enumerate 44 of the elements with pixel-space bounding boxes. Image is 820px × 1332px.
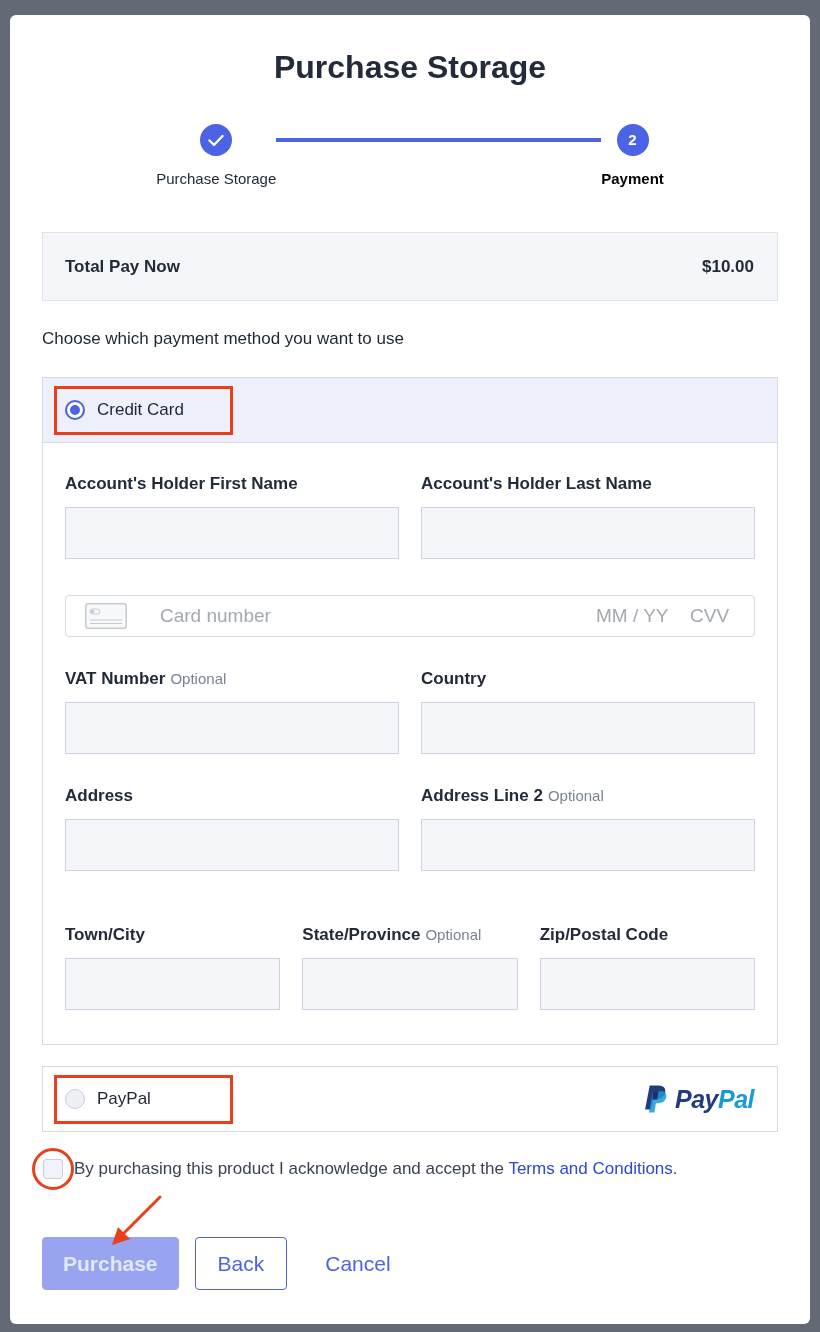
text-button[interactable]: Cancel xyxy=(303,1237,413,1290)
field-label: Zip/Postal Code xyxy=(539,925,669,944)
field-label: Account's Holder Last Name xyxy=(421,474,652,493)
terms-link[interactable]: Terms and Conditions xyxy=(508,1159,673,1178)
logo-mark-icon xyxy=(642,1084,667,1114)
radio-label: PayPal xyxy=(97,1088,151,1111)
payment-prompt: Choose which payment method you want to use xyxy=(42,329,405,349)
logo-wordmark: PayPal xyxy=(675,1084,754,1114)
card-input-group[interactable]: Card number MM / YY CVV xyxy=(65,595,755,637)
field-label: Country xyxy=(421,669,487,688)
checkbox[interactable] xyxy=(43,1159,63,1179)
card-icon xyxy=(85,603,127,629)
field-label: State/Province xyxy=(302,925,421,944)
field-label: Town/City xyxy=(65,925,145,944)
total-label: Total Pay Now xyxy=(65,255,180,278)
optional-hint: Optional xyxy=(425,926,482,943)
field-label: Account's Holder First Name xyxy=(65,474,298,493)
text-field[interactable] xyxy=(302,958,518,1010)
optional-hint: Optional xyxy=(170,670,227,687)
step-number: 2 xyxy=(616,124,649,156)
cvv-field[interactable]: CVV xyxy=(690,601,730,631)
field-label: VAT Number xyxy=(65,669,166,688)
text-field[interactable] xyxy=(539,958,755,1010)
text-field[interactable] xyxy=(65,507,399,559)
text-field[interactable] xyxy=(65,702,399,754)
text-field[interactable] xyxy=(421,819,755,871)
terms-text: By purchasing this product I acknowledge and accept the Terms and Conditions. xyxy=(74,1159,678,1179)
optional-hint: Optional xyxy=(547,787,604,804)
text-field[interactable] xyxy=(65,819,399,871)
text-field[interactable] xyxy=(65,958,281,1010)
radio-label: Credit Card xyxy=(97,399,184,422)
step-label: Purchase Storage xyxy=(156,170,277,188)
expiry-field[interactable]: MM / YY xyxy=(596,601,670,631)
text-field[interactable] xyxy=(421,702,755,754)
step-label: Payment xyxy=(601,170,664,188)
secondary-button[interactable]: Back xyxy=(194,1237,288,1290)
field-label: Address xyxy=(65,786,134,805)
text-field[interactable] xyxy=(421,507,755,559)
total-amount: $10.00 xyxy=(702,255,754,278)
payment-option-header[interactable]: Credit Card xyxy=(43,378,777,443)
field-label: Address Line 2 xyxy=(421,786,543,805)
dialog-title: Purchase Storage xyxy=(272,48,548,87)
card-number-field[interactable]: Card number xyxy=(160,601,586,631)
radio-button[interactable] xyxy=(65,400,85,420)
